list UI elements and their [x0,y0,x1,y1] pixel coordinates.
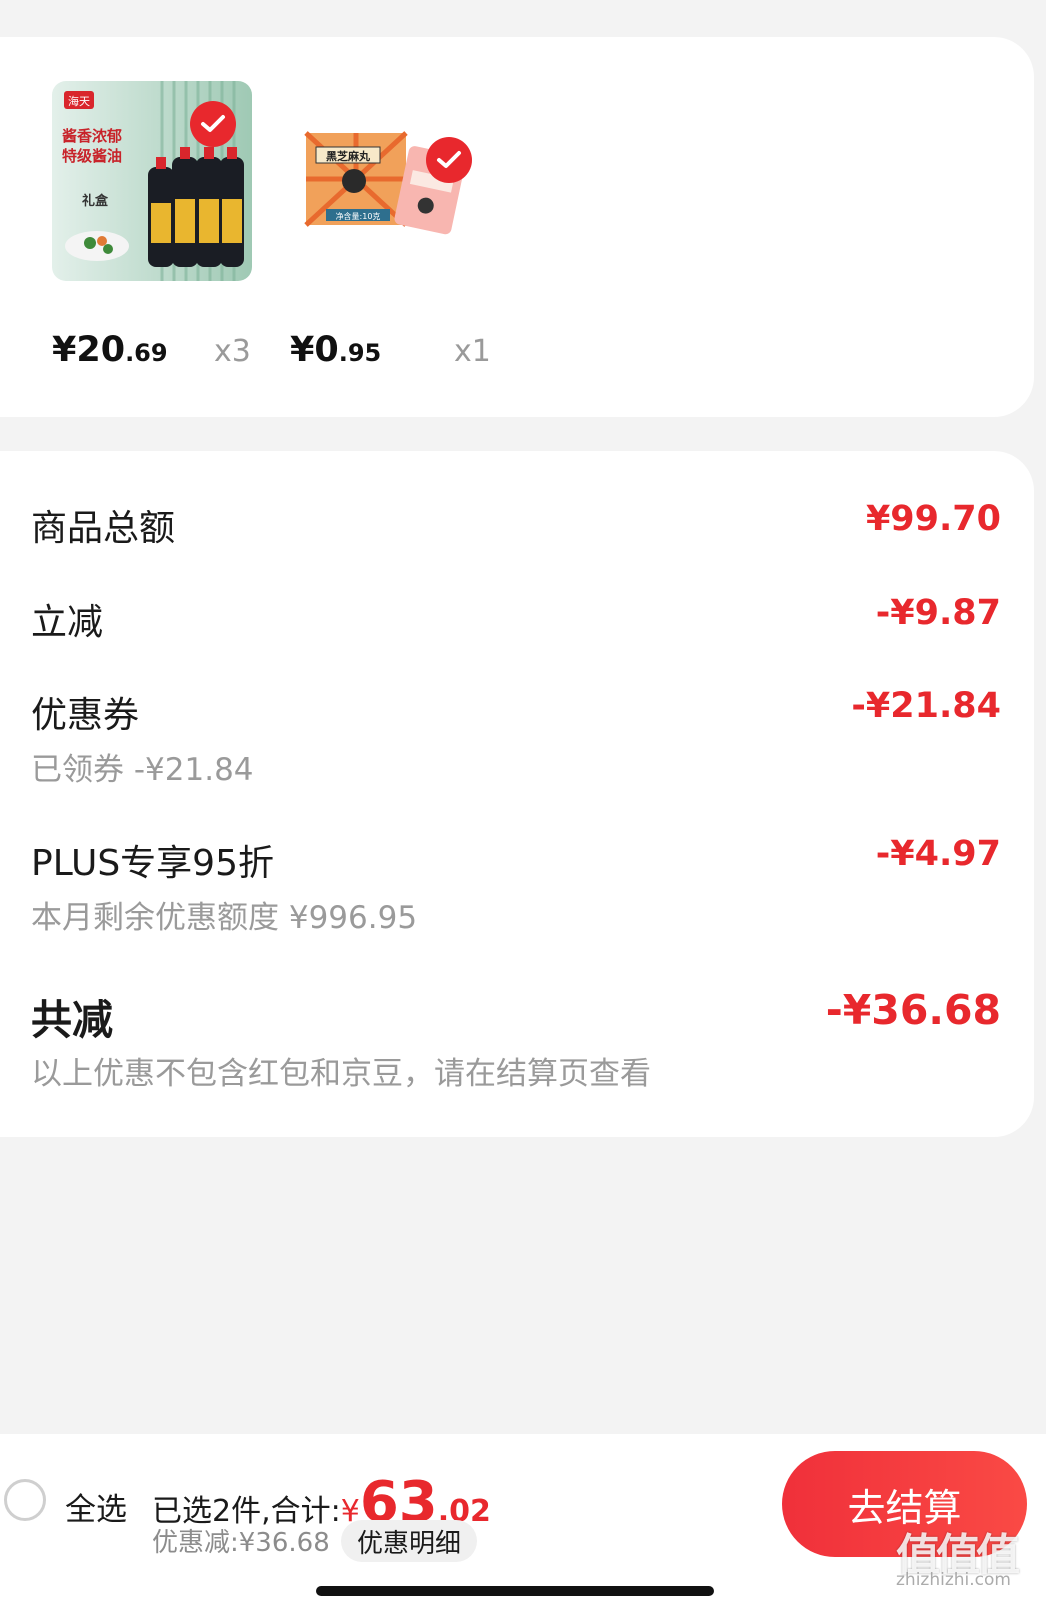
price-integer: ¥20 [52,330,126,370]
sesame-balls-image[interactable]: 黑芝麻丸 净含量:10克 [300,81,500,281]
coupon-label: 优惠券 [31,695,140,736]
product-image-line2: 特级酱油 [62,147,122,165]
plus-discount-value: -¥4.97 [875,834,1001,874]
brand-logo-text: 海天 [68,94,90,108]
product-image-tag: 礼盒 [82,193,109,209]
coupon-claimed-note: 已领券 -¥21.84 [31,752,254,788]
discount-amount-text: 优惠减:¥36.68 [152,1528,330,1558]
select-all-radio[interactable] [4,1479,46,1521]
checkout-bar: 全选 已选2件,合计:¥63.02 优惠减:¥36.68 优惠明细 去结算 [0,1434,1046,1601]
sesame-net-weight: 净含量:10克 [336,211,381,221]
discount-disclaimer: 以上优惠不包含红包和京豆，请在结算页查看 [31,1056,651,1092]
product-item-sesame-balls[interactable]: 黑芝麻丸 净含量:10克 [300,81,500,281]
watermark-url: zhizhizhi.com [896,1570,1011,1590]
goods-total-value: ¥99.70 [865,499,1001,539]
select-all-label[interactable]: 全选 [65,1484,127,1529]
plus-remaining-quota: 本月剩余优惠额度 ¥996.95 [31,900,418,936]
plus-discount-label: PLUS专享95折 [31,843,274,884]
sesame-box-label: 黑芝麻丸 [326,149,371,163]
selected-products-card: 海天 酱香浓郁 特级酱油 礼盒 黑芝麻丸 净含量:10克 ¥20.69 x3 ¥… [0,37,1034,417]
home-indicator[interactable] [316,1586,714,1596]
selected-check-icon[interactable] [426,137,472,183]
goods-total-label: 商品总额 [31,508,176,549]
instant-discount-label: 立减 [31,602,104,643]
price-decimal: .95 [338,339,382,367]
coupon-value: -¥21.84 [851,686,1001,726]
product-item-soy-sauce[interactable]: 海天 酱香浓郁 特级酱油 礼盒 [52,81,252,281]
product-price: ¥20.69 [52,330,168,370]
product-image-line1: 酱香浓郁 [62,127,122,145]
price-summary-card: 商品总额 ¥99.70 立减 -¥9.87 优惠券 -¥21.84 已领券 -¥… [0,451,1034,1137]
price-decimal: .69 [125,339,168,367]
selected-check-icon[interactable] [190,101,236,147]
total-discount-value: -¥36.68 [825,986,1001,1034]
total-discount-label: 共减 [31,996,113,1044]
instant-discount-value: -¥9.87 [875,593,1001,633]
product-quantity: x1 [454,334,491,369]
product-price: ¥0.95 [290,330,381,370]
product-quantity: x3 [214,334,251,369]
price-integer: ¥0 [290,330,339,370]
discount-detail-button[interactable]: 优惠明细 [341,1520,478,1562]
